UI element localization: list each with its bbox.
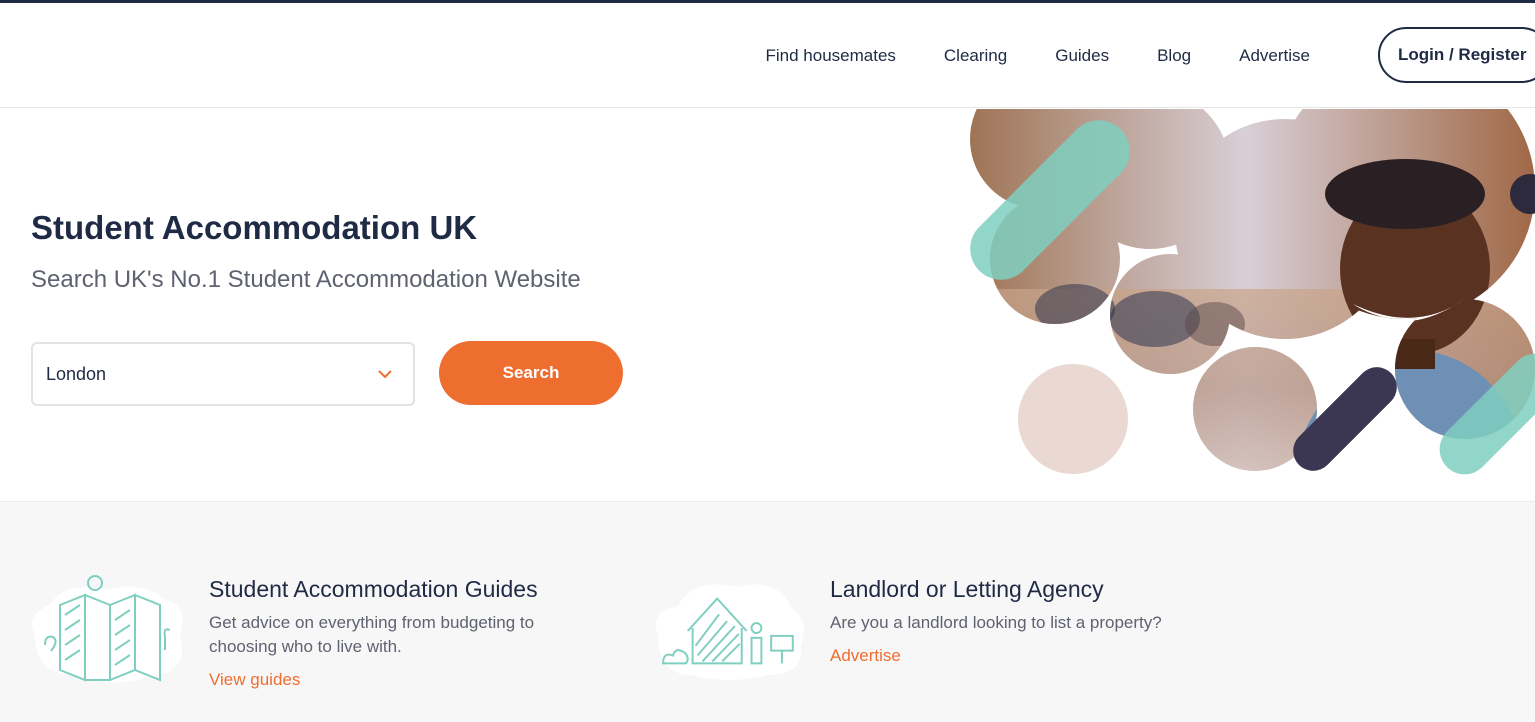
guides-card-text: Get advice on everything from budgeting …	[209, 613, 535, 656]
location-select-value: London	[46, 363, 107, 384]
landlord-card-title: Landlord or Letting Agency	[830, 576, 1104, 602]
nav-find-housemates[interactable]: Find housemates	[766, 47, 896, 64]
guides-card: Student Accommodation Guides Get advice …	[0, 502, 620, 722]
nav-advertise[interactable]: Advertise	[1239, 47, 1310, 64]
view-guides-link[interactable]: View guides	[209, 670, 300, 690]
chevron-down-icon	[378, 370, 392, 379]
nav-guides[interactable]: Guides	[1055, 47, 1109, 64]
landlord-card-text: Are you a landlord looking to list a pro…	[830, 613, 1162, 632]
hero-section: Student Accommodation UK Search UK's No.…	[0, 109, 1535, 501]
advertise-link[interactable]: Advertise	[830, 646, 901, 666]
site-header: Find housemates Clearing Guides Blog Adv…	[0, 3, 1535, 108]
guides-illustration-icon	[32, 575, 183, 683]
location-select[interactable]: London	[31, 342, 415, 406]
landlord-card: Landlord or Letting Agency Are you a lan…	[620, 502, 1535, 722]
guides-card-title: Student Accommodation Guides	[209, 576, 538, 602]
login-register-button[interactable]: Login / Register	[1378, 27, 1535, 83]
info-cards-section: Student Accommodation Guides Get advice …	[0, 501, 1535, 722]
page-title: Student Accommodation UK	[31, 209, 478, 246]
search-button[interactable]: Search	[439, 341, 623, 405]
nav-blog[interactable]: Blog	[1157, 47, 1191, 64]
landlord-illustration-icon	[655, 584, 804, 681]
page-subtitle: Search UK's No.1 Student Accommodation W…	[31, 266, 581, 293]
hero-student-image	[970, 109, 1535, 475]
nav-clearing[interactable]: Clearing	[944, 47, 1007, 64]
